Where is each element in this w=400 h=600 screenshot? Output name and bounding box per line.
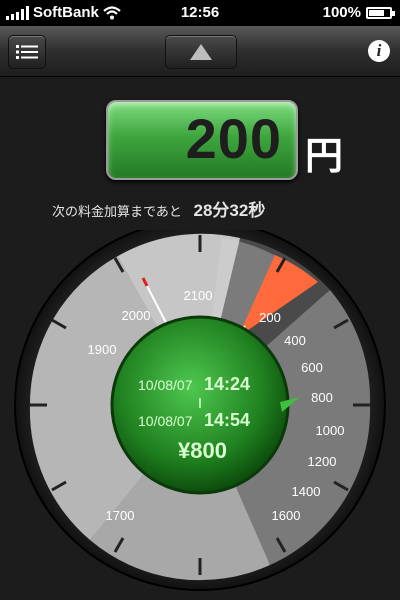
tick-label: 400 bbox=[284, 333, 306, 348]
battery-percent: 100% bbox=[322, 4, 361, 21]
fare-unit: 円 bbox=[305, 136, 344, 178]
total-amount: ¥800 bbox=[178, 438, 227, 463]
tick-label: 1400 bbox=[292, 484, 321, 499]
meter-gauge: 1700 1900 2000 2100 200 400 600 800 1000… bbox=[14, 230, 386, 591]
tick-label: 200 bbox=[259, 310, 281, 325]
tick-label: 1000 bbox=[316, 423, 345, 438]
tick-label: 2000 bbox=[122, 308, 151, 323]
tick-label: 2100 bbox=[184, 288, 213, 303]
end-time: 14:54 bbox=[204, 410, 250, 430]
tick-label: 800 bbox=[311, 390, 333, 405]
up-button[interactable] bbox=[165, 35, 237, 69]
next-fare-time: 28分32秒 bbox=[193, 201, 266, 220]
tick-label: 1700 bbox=[106, 508, 135, 523]
next-fare-row: 次の料金加算まであと 28分32秒 bbox=[52, 196, 352, 221]
battery-area: 100% bbox=[322, 4, 395, 21]
tick-label: 1900 bbox=[88, 342, 117, 357]
menu-button[interactable] bbox=[8, 35, 46, 69]
battery-icon bbox=[366, 6, 395, 19]
next-fare-label: 次の料金加算まであと bbox=[52, 204, 182, 219]
status-bar: SoftBank 12:56 100% bbox=[0, 0, 400, 26]
end-date: 10/08/07 bbox=[138, 413, 193, 429]
tick-label: 1200 bbox=[308, 454, 337, 469]
up-arrow-icon bbox=[190, 44, 212, 60]
fare-value: 200 bbox=[185, 107, 282, 170]
tick-label: 600 bbox=[301, 360, 323, 375]
list-icon bbox=[16, 45, 38, 59]
info-button[interactable]: i bbox=[368, 40, 390, 62]
navigation-bar: i bbox=[0, 26, 400, 77]
start-time: 14:24 bbox=[204, 374, 250, 394]
start-date: 10/08/07 bbox=[138, 377, 193, 393]
tick-label: 1600 bbox=[272, 508, 301, 523]
fare-display: 200 bbox=[106, 100, 298, 180]
